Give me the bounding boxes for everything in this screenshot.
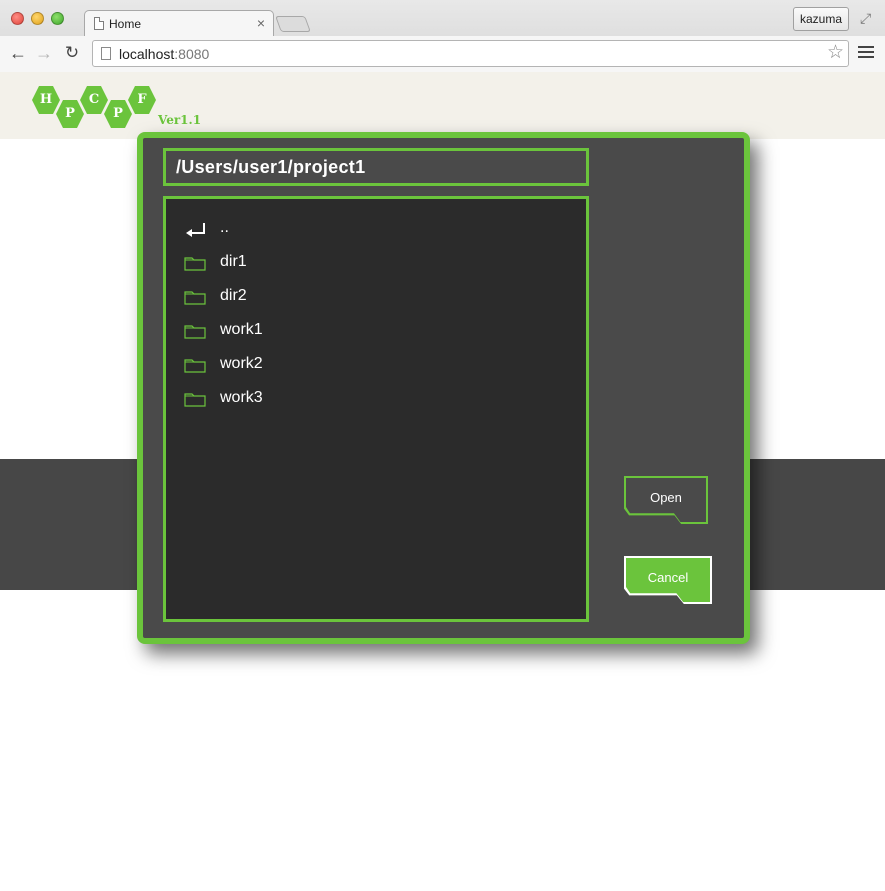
page: H P C P F Ver1.1 /Users/user1/project1 .…	[0, 72, 885, 891]
path-field[interactable]: /Users/user1/project1	[163, 148, 589, 186]
version-label: Ver1.1	[158, 113, 202, 127]
url-host: localhost	[119, 46, 175, 62]
page-icon	[101, 47, 111, 60]
page-icon	[94, 17, 104, 30]
current-path: /Users/user1/project1	[176, 157, 366, 177]
window-maximize-button[interactable]	[51, 12, 64, 25]
logo-hex-p1: P	[56, 100, 84, 128]
list-item-work1[interactable]: work1	[180, 317, 560, 347]
browser-chrome: Home × kazuma ⤢ ← → ↻ localhost:8080 ☆	[0, 0, 885, 72]
list-item-dir1[interactable]: dir1	[180, 249, 560, 279]
logo-hex-f: F	[128, 86, 156, 114]
open-button-label: Open	[626, 478, 706, 522]
fullscreen-icon[interactable]: ⤢	[860, 10, 876, 26]
window-minimize-button[interactable]	[31, 12, 44, 25]
list-item-label: dir1	[220, 253, 247, 270]
list-item-work2[interactable]: work2	[180, 351, 560, 381]
file-open-dialog: /Users/user1/project1 .. dir1 dir2 work1…	[137, 132, 750, 644]
list-item-work3[interactable]: work3	[180, 385, 560, 415]
file-list[interactable]: .. dir1 dir2 work1 work2 work3	[163, 196, 589, 622]
open-button[interactable]: Open	[624, 476, 708, 524]
profile-button[interactable]: kazuma	[793, 7, 849, 31]
reload-icon[interactable]: ↻	[62, 44, 82, 64]
folder-icon	[184, 323, 206, 339]
app-header: H P C P F Ver1.1	[0, 72, 885, 139]
window-close-button[interactable]	[11, 12, 24, 25]
menu-icon[interactable]	[858, 46, 874, 60]
up-arrow-icon	[184, 221, 206, 237]
folder-icon	[184, 357, 206, 373]
address-bar[interactable]: localhost:8080 ☆	[92, 40, 849, 67]
folder-icon	[184, 255, 206, 271]
browser-tab[interactable]: Home ×	[84, 10, 274, 36]
list-item-label: dir2	[220, 287, 247, 304]
cancel-button[interactable]: Cancel	[624, 556, 712, 604]
list-item-label: work1	[220, 321, 263, 338]
tab-close-icon[interactable]: ×	[257, 15, 265, 31]
cancel-button-label: Cancel	[626, 558, 710, 602]
back-arrow-icon[interactable]: ←	[8, 44, 28, 64]
tab-title: Home	[109, 17, 142, 31]
logo-hex-p2: P	[104, 100, 132, 128]
list-item-label: work3	[220, 389, 263, 406]
folder-icon	[184, 391, 206, 407]
list-item-dir2[interactable]: dir2	[180, 283, 560, 313]
new-tab-button[interactable]	[275, 16, 311, 32]
folder-icon	[184, 289, 206, 305]
url-port: :8080	[174, 46, 210, 62]
browser-toolbar: ← → ↻ localhost:8080 ☆	[0, 36, 885, 72]
list-item-label: work2	[220, 355, 263, 372]
list-item-parent[interactable]: ..	[180, 215, 560, 245]
forward-arrow-icon[interactable]: →	[34, 44, 54, 64]
logo-hex-h: H	[32, 86, 60, 114]
url-text: localhost:8080	[119, 46, 209, 62]
bookmark-star-icon[interactable]: ☆	[827, 43, 844, 63]
logo-hex-c: C	[80, 86, 108, 114]
list-item-label: ..	[220, 219, 229, 236]
